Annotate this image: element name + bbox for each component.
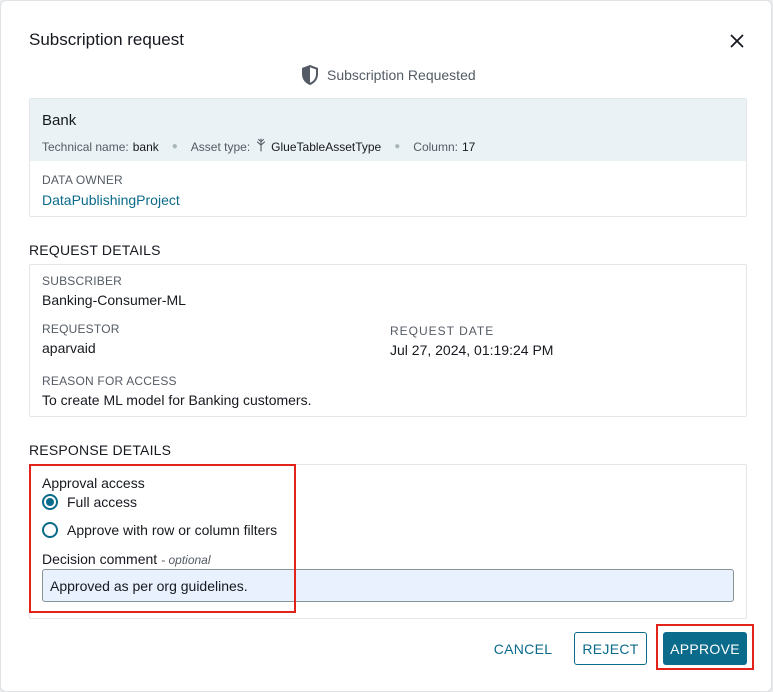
status-indicator: Subscription Requested [300, 64, 476, 86]
request-date-value: Jul 27, 2024, 01:19:24 PM [390, 342, 554, 358]
technical-name-value: bank [132, 139, 159, 154]
request-details-card: SUBSCRIBER Banking-Consumer-ML REQUESTOR… [29, 264, 747, 417]
asset-name: Bank [42, 112, 77, 129]
status-text: Subscription Requested [327, 67, 476, 83]
asset-header: Bank Technical name: bank ● Asset type: … [30, 99, 746, 161]
request-details-title: REQUEST DETAILS [29, 242, 161, 258]
column-label: Column: [413, 139, 458, 154]
requestor-field: REQUESTOR aparvaid [42, 322, 120, 356]
subscription-request-dialog: Subscription request Subscription Reques… [0, 0, 772, 692]
technical-name-label: Technical name: [42, 139, 129, 154]
close-button[interactable] [725, 29, 749, 53]
reason-field: REASON FOR ACCESS To create ML model for… [42, 374, 312, 408]
subscriber-value: Banking-Consumer-ML [42, 292, 186, 308]
requestor-label: REQUESTOR [42, 322, 120, 336]
cancel-button[interactable]: CANCEL [489, 632, 557, 665]
reason-label: REASON FOR ACCESS [42, 374, 177, 388]
subscriber-field: SUBSCRIBER Banking-Consumer-ML [42, 274, 186, 308]
highlight-box-approve [656, 624, 754, 670]
data-owner-label: DATA OWNER [42, 173, 123, 187]
request-date-field: REQUEST DATE Jul 27, 2024, 01:19:24 PM [390, 324, 553, 358]
requestor-value: aparvaid [42, 340, 96, 356]
asset-metadata: Technical name: bank ● Asset type: GlueT… [42, 138, 734, 155]
highlight-box-response [29, 464, 296, 613]
shield-icon [302, 65, 318, 85]
separator-dot: ● [394, 141, 401, 152]
separator-dot: ● [171, 141, 178, 152]
asset-card: Bank Technical name: bank ● Asset type: … [29, 98, 747, 217]
glue-table-icon [256, 138, 266, 155]
reject-button[interactable]: REJECT [574, 632, 647, 665]
request-date-label: REQUEST DATE [390, 324, 495, 338]
dialog-title: Subscription request [29, 30, 184, 49]
close-icon [730, 34, 744, 48]
asset-type-label: Asset type: [190, 139, 251, 154]
data-owner-link[interactable]: DataPublishingProject [42, 192, 734, 208]
asset-type-value: GlueTableAssetType [271, 139, 382, 154]
data-owner-block: DATA OWNER DataPublishingProject [30, 161, 746, 208]
subscriber-label: SUBSCRIBER [42, 274, 123, 288]
reason-value: To create ML model for Banking customers… [42, 392, 312, 408]
column-count: 17 [461, 139, 476, 154]
response-details-title: RESPONSE DETAILS [29, 442, 172, 458]
